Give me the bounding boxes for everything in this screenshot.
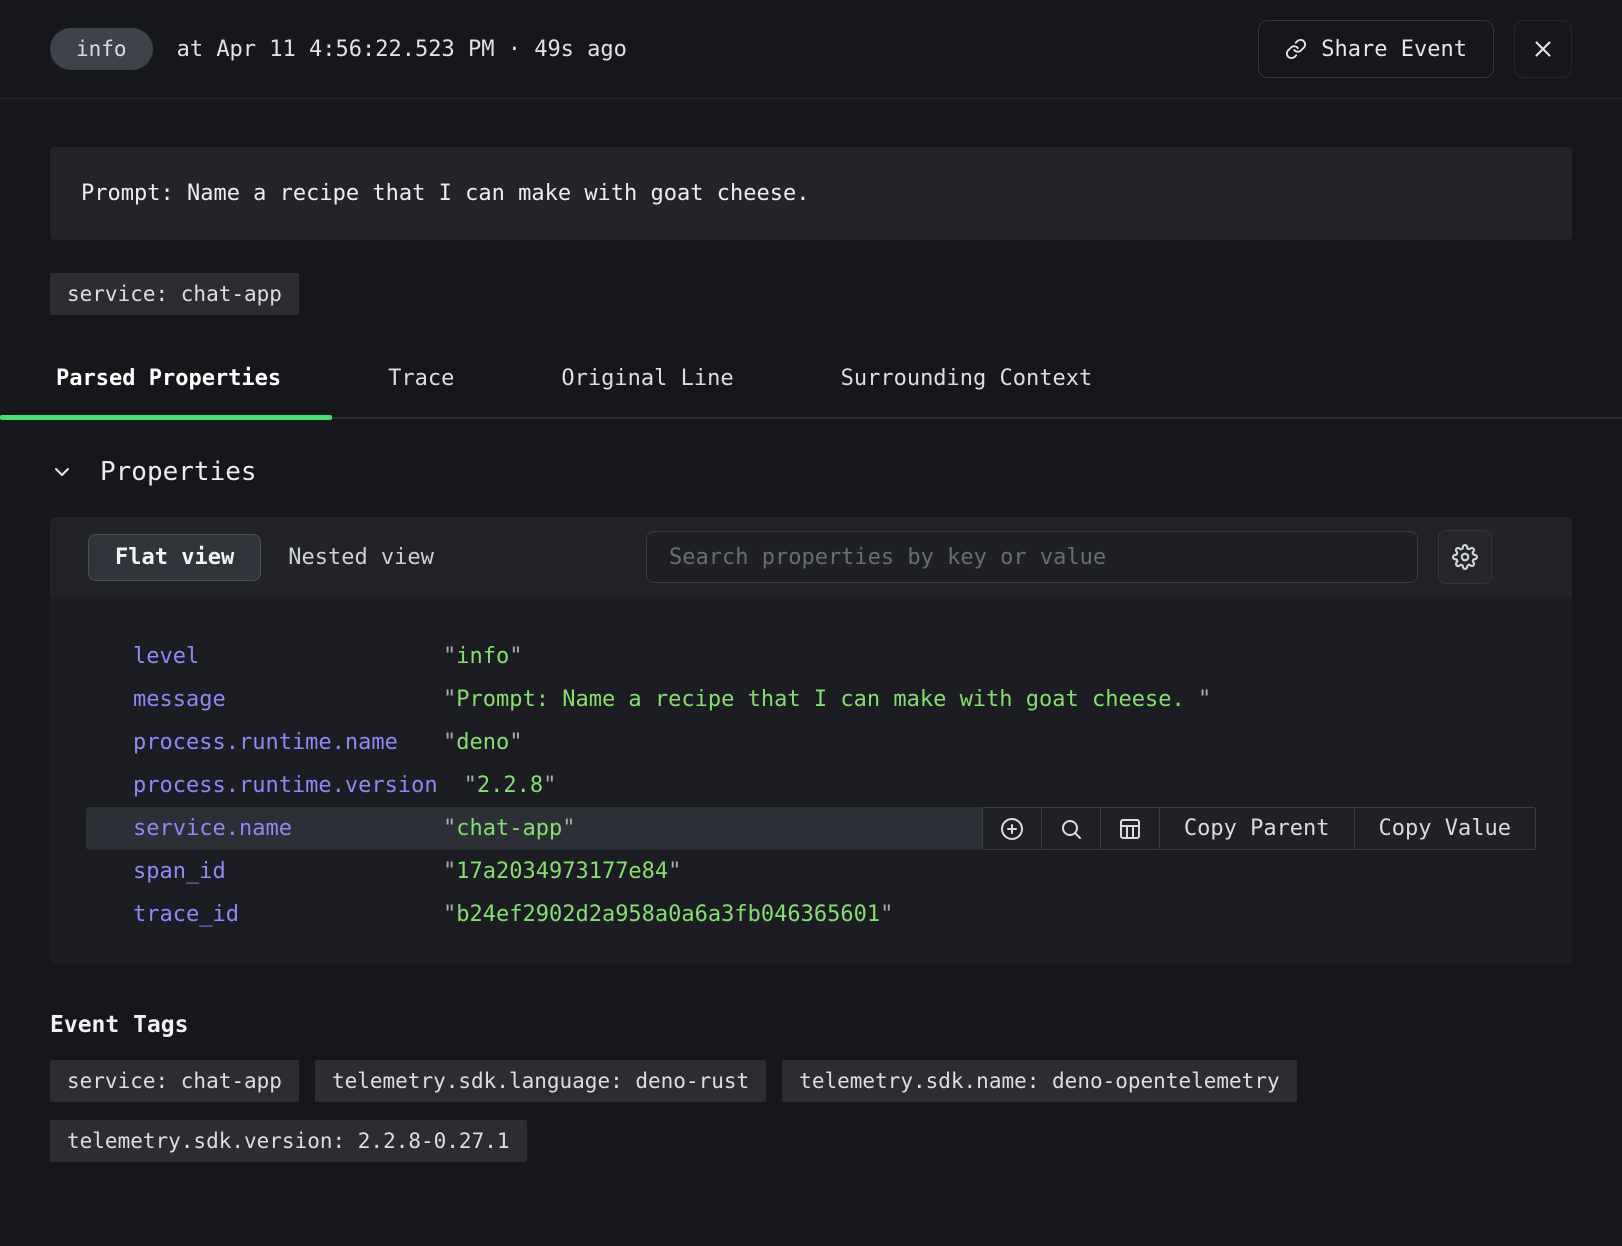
tab-surrounding-context[interactable]: Surrounding Context (835, 365, 1099, 417)
property-value[interactable]: Prompt: Name a recipe that I can make wi… (443, 687, 1211, 712)
search-icon (1059, 817, 1083, 841)
search-value-button[interactable] (1041, 808, 1100, 849)
event-detail-content: Prompt: Name a recipe that I can make wi… (0, 147, 1622, 315)
property-row-process-runtime-name[interactable]: process.runtime.name deno (86, 721, 1536, 764)
log-message-panel: Prompt: Name a recipe that I can make wi… (50, 147, 1572, 240)
property-value[interactable]: 17a2034973177e84 (443, 859, 681, 884)
property-key[interactable]: trace_id (133, 902, 443, 927)
property-row-message[interactable]: message Prompt: Name a recipe that I can… (86, 678, 1536, 721)
share-event-button[interactable]: Share Event (1258, 20, 1494, 78)
properties-card: Flat view Nested view level info message (50, 517, 1572, 964)
property-key[interactable]: span_id (133, 859, 443, 884)
event-tag[interactable]: service: chat-app (50, 1060, 299, 1102)
tab-parsed-properties[interactable]: Parsed Properties (50, 365, 287, 417)
property-value[interactable]: 2.2.8 (464, 773, 557, 798)
table-icon (1118, 817, 1142, 841)
nested-view-button[interactable]: Nested view (261, 534, 461, 581)
plus-circle-icon (1000, 817, 1024, 841)
properties-search-input[interactable] (646, 531, 1418, 583)
gear-icon (1452, 544, 1478, 570)
property-row-trace-id[interactable]: trace_id b24ef2902d2a958a0a6a3fb04636560… (86, 893, 1536, 936)
event-tags-title: Event Tags (50, 1012, 1572, 1038)
event-tags-section: Event Tags service: chat-app telemetry.s… (50, 1012, 1572, 1162)
event-header: info at Apr 11 4:56:22.523 PM · 49s ago … (0, 0, 1622, 99)
active-tab-indicator (0, 415, 332, 420)
chevron-down-icon (50, 460, 74, 484)
link-icon (1285, 38, 1307, 60)
log-level-badge: info (50, 28, 153, 70)
property-value[interactable]: chat-app (443, 816, 575, 841)
add-column-button[interactable] (1100, 808, 1159, 849)
property-value[interactable]: deno (443, 730, 522, 755)
property-row-actions: Copy Parent Copy Value (982, 807, 1536, 850)
event-tag[interactable]: telemetry.sdk.version: 2.2.8-0.27.1 (50, 1120, 527, 1162)
event-timestamp: at Apr 11 4:56:22.523 PM · 49s ago (177, 37, 627, 62)
properties-section-title: Properties (100, 457, 257, 487)
property-row-service-name[interactable]: service.name chat-app (86, 807, 1536, 850)
tab-list: Parsed Properties Trace Original Line Su… (0, 365, 1622, 417)
event-tag[interactable]: telemetry.sdk.name: deno-opentelemetry (782, 1060, 1296, 1102)
close-icon (1530, 36, 1556, 62)
header-actions: Share Event (1258, 20, 1572, 78)
view-toggle: Flat view Nested view (88, 534, 461, 581)
property-key[interactable]: message (133, 687, 443, 712)
property-row-process-runtime-version[interactable]: process.runtime.version 2.2.8 (86, 764, 1536, 807)
event-tags-list: service: chat-app telemetry.sdk.language… (50, 1060, 1572, 1162)
detail-tabs: Parsed Properties Trace Original Line Su… (0, 365, 1622, 419)
properties-toolbar: Flat view Nested view (50, 517, 1572, 597)
properties-table: level info message Prompt: Name a recipe… (50, 597, 1572, 964)
tab-trace[interactable]: Trace (382, 365, 460, 417)
property-key[interactable]: level (133, 644, 443, 669)
properties-section-header[interactable]: Properties (50, 457, 1572, 487)
property-value[interactable]: info (443, 644, 522, 669)
add-filter-button[interactable] (983, 808, 1041, 849)
copy-parent-button[interactable]: Copy Parent (1159, 808, 1354, 849)
log-message-text: Prompt: Name a recipe that I can make wi… (81, 181, 809, 206)
share-event-label: Share Event (1321, 37, 1467, 62)
settings-button[interactable] (1438, 530, 1492, 584)
copy-value-button[interactable]: Copy Value (1354, 808, 1535, 849)
property-key[interactable]: process.runtime.name (133, 730, 443, 755)
property-key[interactable]: service.name (133, 816, 443, 841)
event-tag[interactable]: telemetry.sdk.language: deno-rust (315, 1060, 766, 1102)
flat-view-button[interactable]: Flat view (88, 534, 261, 581)
service-tag-chip[interactable]: service: chat-app (50, 273, 299, 315)
property-row-span-id[interactable]: span_id 17a2034973177e84 (86, 850, 1536, 893)
property-key[interactable]: process.runtime.version (133, 773, 464, 798)
property-row-level[interactable]: level info (86, 635, 1536, 678)
property-value[interactable]: b24ef2902d2a958a0a6a3fb046365601 (443, 902, 893, 927)
close-button[interactable] (1514, 20, 1572, 78)
tab-original-line[interactable]: Original Line (555, 365, 739, 417)
